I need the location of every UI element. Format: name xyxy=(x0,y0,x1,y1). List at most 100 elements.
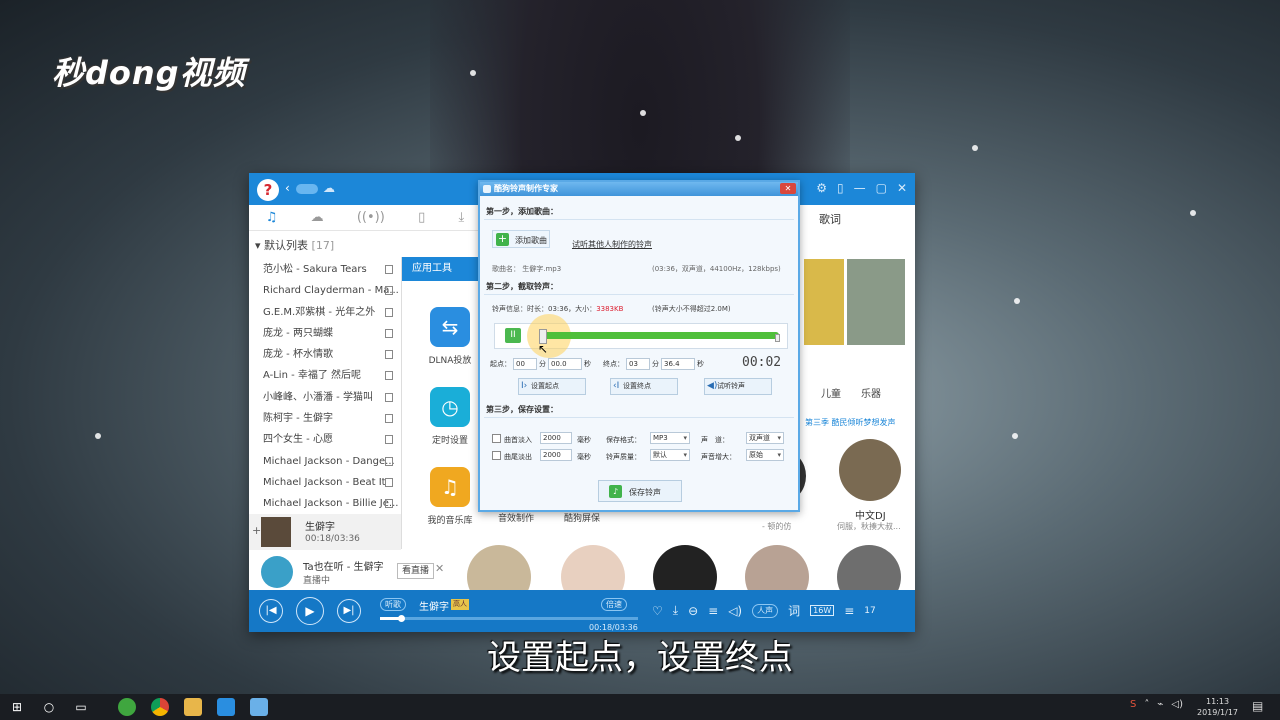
notification-icon[interactable]: ▤ xyxy=(1252,699,1263,713)
mv-icon[interactable] xyxy=(385,371,393,381)
fade-in-checkbox[interactable] xyxy=(492,434,501,443)
quality-select[interactable]: 默认 xyxy=(650,449,690,461)
maximize-icon[interactable]: ▢ xyxy=(876,181,887,195)
avatar[interactable] xyxy=(261,556,293,588)
vip-badge[interactable] xyxy=(296,184,318,194)
mv-icon[interactable] xyxy=(385,392,393,402)
playlist-cover[interactable] xyxy=(839,439,901,501)
category-instrument[interactable]: 乐器 xyxy=(861,385,881,400)
player-song-title[interactable]: 生僻字 xyxy=(419,598,449,613)
settings-icon[interactable]: ⚙ xyxy=(816,181,827,195)
fade-out-input[interactable]: 2000 xyxy=(540,449,572,461)
file-explorer-icon[interactable] xyxy=(184,698,202,716)
progress-knob[interactable] xyxy=(398,615,406,622)
add-song-button[interactable]: + 添加歌曲 xyxy=(492,230,550,248)
watch-live-button[interactable]: 看直播 xyxy=(397,563,435,579)
list-item[interactable]: 庞龙 - 杯水情歌 xyxy=(249,344,401,365)
preview-others-link[interactable]: 试听其他人制作的铃声 xyxy=(572,239,652,250)
listen-together-button[interactable]: 人声 xyxy=(752,603,779,618)
queue-icon[interactable]: ≡ xyxy=(844,604,854,618)
close-button[interactable]: ✕ xyxy=(780,183,796,194)
download-icon[interactable]: ⤓ xyxy=(673,603,678,618)
minimize-icon[interactable]: — xyxy=(854,181,866,195)
taskbar-clock[interactable]: 11:13 2019/1/17 xyxy=(1197,696,1238,718)
radio-icon[interactable]: ((•)) xyxy=(357,210,385,225)
list-item[interactable]: 四个女生 - 心愿 xyxy=(249,429,401,450)
kugou-icon[interactable] xyxy=(217,698,235,716)
volume-icon[interactable]: ◁) xyxy=(1171,699,1183,710)
device-icon[interactable]: ▯ xyxy=(418,210,425,225)
previous-icon[interactable]: |◀ xyxy=(259,599,283,623)
fade-in-input[interactable]: 2000 xyxy=(540,432,572,444)
list-item[interactable]: 庞龙 - 两只蝴蝶 xyxy=(249,323,401,344)
cloud-icon[interactable]: ☁ xyxy=(323,181,335,195)
tab-lyrics[interactable]: 歌词 xyxy=(819,211,841,227)
app-logo-icon[interactable]: ? xyxy=(257,179,279,201)
progress-bar[interactable] xyxy=(380,615,638,622)
tool-timer[interactable]: ◷ 定时设置 xyxy=(420,387,480,446)
back-icon[interactable]: ‹ xyxy=(285,181,290,195)
play-mode-button[interactable]: 听歌 xyxy=(380,598,406,611)
heart-icon[interactable]: ♡ xyxy=(652,604,663,618)
windows-start-icon[interactable]: ⊞ xyxy=(8,698,26,716)
mv-icon[interactable] xyxy=(385,414,393,424)
list-item[interactable]: A-Lin - 幸福了 然后呢 xyxy=(249,365,401,386)
list-item[interactable]: Michael Jackson - Billie Je... xyxy=(249,493,401,514)
chrome-icon[interactable] xyxy=(151,698,169,716)
list-item[interactable]: 范小松 - Sakura Tears xyxy=(249,259,401,280)
list-item[interactable]: Michael Jackson - Beat It xyxy=(249,472,401,493)
more-icon[interactable]: ⊖ xyxy=(688,604,698,618)
add-icon[interactable]: + xyxy=(252,524,261,537)
music-note-icon[interactable]: ♫ xyxy=(266,210,278,225)
set-start-button[interactable]: I› 设置起点 xyxy=(518,378,586,395)
mv-icon[interactable] xyxy=(385,499,393,509)
banner-text[interactable]: 第三季 酷民倾听梦想发声 xyxy=(805,417,896,428)
mv-icon[interactable] xyxy=(385,350,393,360)
album-cover[interactable] xyxy=(804,259,844,345)
list-item[interactable]: G.E.M.邓紫棋 - 光年之外 xyxy=(249,302,401,323)
list-item[interactable]: 小峰峰、小潘潘 - 学猫叫 xyxy=(249,387,401,408)
next-icon[interactable]: ▶| xyxy=(337,599,361,623)
end-second-input[interactable]: 36.4 xyxy=(661,358,695,370)
mv-icon[interactable] xyxy=(385,265,393,274)
tool-music-library[interactable]: ♫ 我的音乐库 xyxy=(420,467,480,526)
play-icon[interactable]: ▶ xyxy=(296,597,324,625)
pause-icon[interactable]: II xyxy=(505,328,521,343)
mv-icon[interactable] xyxy=(385,456,393,466)
tool-dlna[interactable]: ⇆ DLNA投放 xyxy=(420,307,480,366)
search-icon[interactable]: ○ xyxy=(40,698,58,716)
start-minute-input[interactable]: 00 xyxy=(513,358,537,370)
speed-button[interactable]: 倍速 xyxy=(601,598,627,611)
list-item[interactable]: Michael Jackson - Dange... xyxy=(249,451,401,472)
ringtone-app-icon[interactable] xyxy=(250,698,268,716)
volume-select[interactable]: 原始 xyxy=(746,449,784,461)
quality-button[interactable]: 16W xyxy=(810,605,835,616)
clip-track[interactable] xyxy=(541,332,779,339)
end-handle[interactable] xyxy=(775,334,780,342)
close-icon[interactable]: ✕ xyxy=(435,562,444,575)
mv-icon[interactable] xyxy=(385,307,393,317)
set-end-button[interactable]: ‹I 设置终点 xyxy=(610,378,678,395)
cloud-tab-icon[interactable]: ☁ xyxy=(311,210,324,225)
close-icon[interactable]: ✕ xyxy=(897,181,907,195)
channel-select[interactable]: 双声道 xyxy=(746,432,784,444)
fade-out-checkbox[interactable] xyxy=(492,451,501,460)
mv-icon[interactable] xyxy=(385,286,393,296)
save-ringtone-button[interactable]: ♪ 保存铃声 xyxy=(598,480,682,502)
now-playing-row[interactable]: + 生僻字 00:18/03:36 xyxy=(249,514,401,550)
app-tray-icon[interactable]: S xyxy=(1130,699,1136,710)
360-browser-icon[interactable] xyxy=(118,698,136,716)
chevron-up-icon[interactable]: ˄ xyxy=(1144,699,1149,710)
format-select[interactable]: MP3 xyxy=(650,432,690,444)
mv-icon[interactable] xyxy=(385,477,393,487)
tool-sound-effect[interactable]: 音效制作 xyxy=(486,511,546,524)
list-item[interactable]: Richard Clayderman - Ma... xyxy=(249,280,401,301)
mv-icon[interactable] xyxy=(385,328,393,338)
playlist-header[interactable]: ▾ 默认列表 [17] xyxy=(249,235,401,257)
volume-icon[interactable]: ◁) xyxy=(728,604,742,618)
task-view-icon[interactable]: ▭ xyxy=(72,698,90,716)
category-kids[interactable]: 儿童 xyxy=(821,385,841,400)
download-icon[interactable]: ⤓ xyxy=(459,210,465,225)
playlist-title[interactable]: 中文DJ xyxy=(855,507,886,522)
album-cover[interactable] xyxy=(847,259,905,345)
